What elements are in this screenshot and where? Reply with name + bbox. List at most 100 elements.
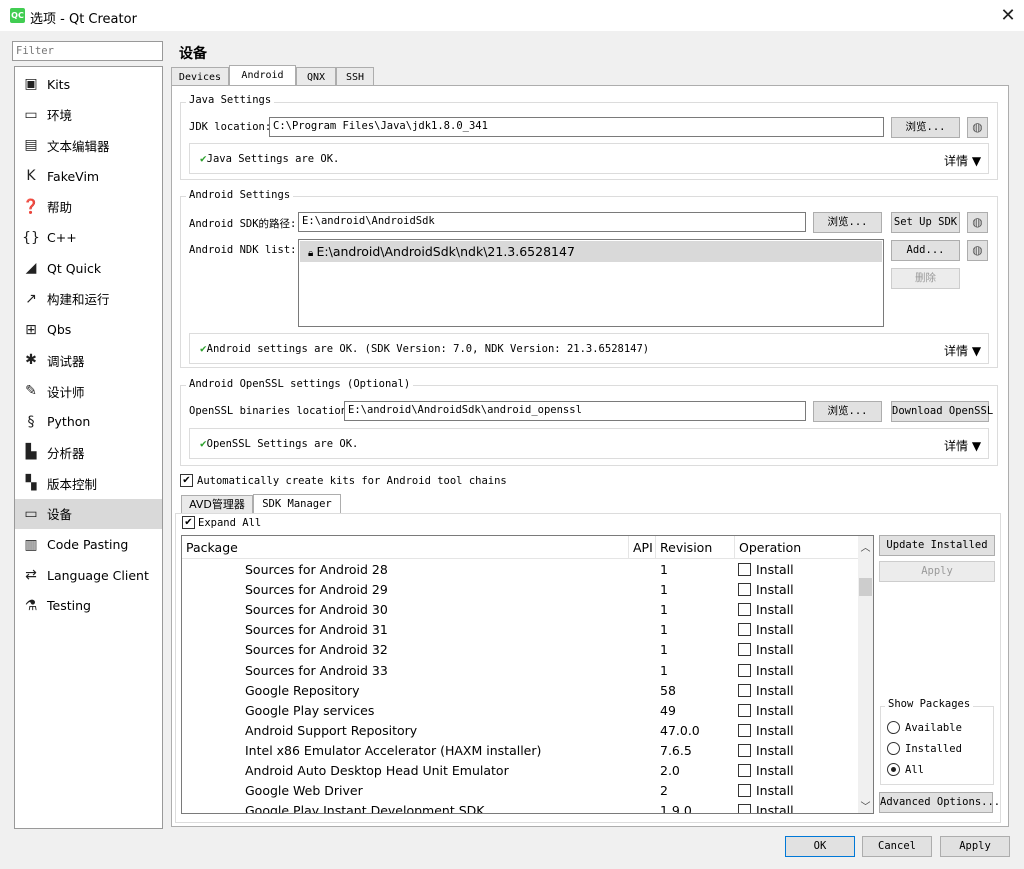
globe-icon[interactable]: ◍ xyxy=(967,117,988,138)
install-checkbox[interactable] xyxy=(738,784,751,798)
install-checkbox[interactable] xyxy=(738,764,751,777)
sidebar-item-label: 版本控制 xyxy=(47,476,98,492)
advanced-options-button[interactable]: Advanced Options... xyxy=(879,792,1000,813)
scroll-down-icon[interactable]: ﹀ xyxy=(858,798,873,813)
sidebar-item-13[interactable]: ▚ 版本控制 xyxy=(15,468,162,498)
scroll-up-icon[interactable]: ︿ xyxy=(858,539,873,554)
globe-icon[interactable]: ◍ xyxy=(967,240,988,261)
java-details-toggle[interactable]: 详情 ▼ xyxy=(944,152,981,169)
sidebar-item-8[interactable]: ⊞ Qbs xyxy=(15,315,162,345)
version-control-icon: ▚ xyxy=(25,475,37,492)
sidebar-item-6[interactable]: ◢ Qt Quick xyxy=(15,253,162,283)
cancel-button[interactable]: Cancel xyxy=(862,836,932,857)
install-checkbox[interactable] xyxy=(738,563,751,576)
table-row[interactable]: Google Play Instant Development SDK 1.9.0… xyxy=(182,801,858,813)
options-category-list[interactable]: ▣ Kits ▭ 环境 ▤ 文本编辑器 K FakeVim ❓ 帮助 {} C++ ◢ Qt Quick ↗… xyxy=(14,66,163,829)
install-checkbox[interactable] xyxy=(738,743,751,757)
install-checkbox[interactable] xyxy=(738,723,751,737)
filter-input[interactable] xyxy=(12,41,163,61)
table-row[interactable]: Sources for Android 29 1 Install xyxy=(182,580,858,600)
radio-available[interactable] xyxy=(887,721,900,734)
sidebar-item-label: 文本编辑器 xyxy=(47,138,110,154)
download-openssl-button[interactable]: Download OpenSSL xyxy=(891,401,993,422)
sidebar-item-15[interactable]: ▥ Code Pasting xyxy=(15,530,162,560)
install-checkbox[interactable] xyxy=(738,804,751,813)
sidebar-item-4[interactable]: ❓ 帮助 xyxy=(15,192,162,222)
ndk-add-button[interactable]: Add... xyxy=(891,240,960,261)
sidebar-item-2[interactable]: ▤ 文本编辑器 xyxy=(15,130,162,160)
vertical-scrollbar[interactable]: ︿ ﹀ xyxy=(858,536,873,813)
jdk-browse-button[interactable]: 浏览... xyxy=(891,117,960,138)
openssl-location-field[interactable]: E:\android\AndroidSdk\android_openssl xyxy=(344,401,806,421)
expand-all-checkbox[interactable]: ✔ xyxy=(182,516,195,529)
sidebar-item-11[interactable]: § Python xyxy=(15,407,162,437)
table-row[interactable]: Sources for Android 33 1 Install xyxy=(182,661,858,681)
ndk-list[interactable]: 🔒︎ E:\android\AndroidSdk\ndk\21.3.652814… xyxy=(298,239,884,327)
auto-create-kits-checkbox[interactable]: ✔ xyxy=(180,474,193,487)
table-row[interactable]: Android Auto Desktop Head Unit Emulator 2… xyxy=(182,761,858,781)
close-icon[interactable]: ✕ xyxy=(995,3,1021,29)
column-operation[interactable]: Operation xyxy=(735,536,858,559)
ndk-list-item[interactable]: 🔒︎ E:\android\AndroidSdk\ndk\21.3.652814… xyxy=(300,241,882,262)
tab-android[interactable]: Android xyxy=(229,65,296,87)
install-checkbox[interactable] xyxy=(738,703,751,717)
globe-icon[interactable]: ◍ xyxy=(967,212,988,233)
sdk-browse-button[interactable]: 浏览... xyxy=(813,212,882,233)
sdk-package-tree[interactable]: Package API Revision Operation Sources f… xyxy=(181,535,874,814)
sidebar-item-17[interactable]: ⚗ Testing xyxy=(15,591,162,621)
sdk-apply-button[interactable]: Apply xyxy=(879,561,995,582)
install-checkbox[interactable] xyxy=(738,623,751,637)
radio-installed[interactable] xyxy=(887,742,900,755)
table-row[interactable]: Intel x86 Emulator Accelerator (HAXM ins… xyxy=(182,741,858,761)
sidebar-item-label: 设计师 xyxy=(47,384,85,400)
update-installed-button[interactable]: Update Installed xyxy=(879,535,995,556)
install-checkbox[interactable] xyxy=(738,683,751,697)
sidebar-item-3[interactable]: K FakeVim xyxy=(15,161,162,191)
sidebar-item-label: Qt Quick xyxy=(47,260,102,276)
tab-ssh[interactable]: SSH xyxy=(336,67,374,87)
column-api[interactable]: API xyxy=(629,536,656,559)
android-sdk-path-field[interactable]: E:\android\AndroidSdk xyxy=(298,212,806,232)
sidebar-item-label: C++ xyxy=(47,230,77,245)
sidebar-item-14[interactable]: ▭ 设备 xyxy=(15,498,162,529)
table-row[interactable]: Sources for Android 32 1 Install xyxy=(182,640,858,660)
openssl-details-toggle[interactable]: 详情 ▼ xyxy=(944,437,981,454)
ndk-delete-button[interactable]: 删除 xyxy=(891,268,960,289)
qt-quick-icon: ◢ xyxy=(25,260,37,277)
sidebar-item-9[interactable]: ✱ 调试器 xyxy=(15,345,162,375)
sidebar-item-12[interactable]: ▙ 分析器 xyxy=(15,437,162,467)
install-checkbox[interactable] xyxy=(738,643,751,657)
radio-all[interactable] xyxy=(887,763,900,776)
table-row[interactable]: Sources for Android 31 1 Install xyxy=(182,620,858,640)
table-row[interactable]: Sources for Android 30 1 Install xyxy=(182,600,858,620)
table-row[interactable]: Sources for Android 28 1 Install xyxy=(182,560,858,580)
jdk-location-field[interactable]: C:\Program Files\Java\jdk1.8.0_341 xyxy=(269,117,884,137)
table-row[interactable]: Google Play services 49 Install xyxy=(182,701,858,721)
tab-qnx[interactable]: QNX xyxy=(296,67,336,87)
install-checkbox[interactable] xyxy=(738,583,751,597)
android-details-toggle[interactable]: 详情 ▼ xyxy=(944,342,981,359)
sidebar-item-1[interactable]: ▭ 环境 xyxy=(15,100,162,130)
tab-avd-manager[interactable]: AVD管理器 xyxy=(181,495,253,514)
table-row[interactable]: Google Repository 58 Install xyxy=(182,681,858,701)
install-checkbox[interactable] xyxy=(738,603,751,617)
openssl-browse-button[interactable]: 浏览... xyxy=(813,401,882,422)
sidebar-item-0[interactable]: ▣ Kits xyxy=(15,69,162,99)
table-row[interactable]: Android Support Repository 47.0.0 Install xyxy=(182,721,858,741)
sidebar-item-16[interactable]: ⇄ Language Client xyxy=(15,560,162,590)
sidebar-item-5[interactable]: {} C++ xyxy=(15,223,162,253)
install-label: Install xyxy=(756,722,794,738)
install-checkbox[interactable] xyxy=(738,663,751,677)
scrollbar-thumb[interactable] xyxy=(859,578,872,596)
column-package[interactable]: Package xyxy=(182,536,629,559)
set-up-sdk-button[interactable]: Set Up SDK xyxy=(891,212,960,233)
show-packages-title: Show Packages xyxy=(885,698,974,710)
sidebar-item-10[interactable]: ✎ 设计师 xyxy=(15,376,162,406)
column-revision[interactable]: Revision xyxy=(656,536,735,559)
table-row[interactable]: Google Web Driver 2 Install xyxy=(182,781,858,801)
tab-devices[interactable]: Devices xyxy=(171,67,229,87)
sidebar-item-7[interactable]: ↗ 构建和运行 xyxy=(15,284,162,314)
apply-button[interactable]: Apply xyxy=(940,836,1010,857)
ok-button[interactable]: OK xyxy=(785,836,855,857)
tab-sdk-manager[interactable]: SDK Manager xyxy=(253,494,341,514)
